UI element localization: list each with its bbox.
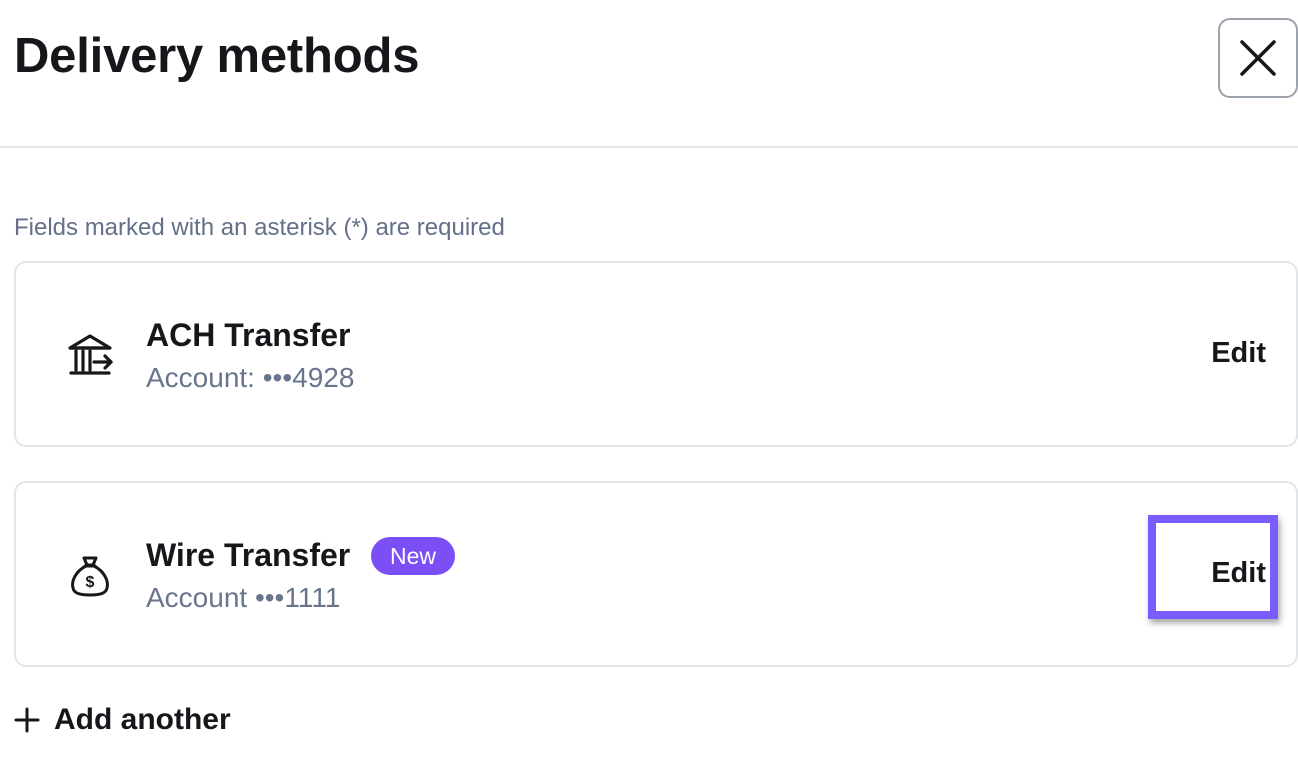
new-badge: New xyxy=(371,537,455,575)
wire-transfer-title: Wire Transfer xyxy=(146,537,351,573)
add-another-label: Add another xyxy=(54,703,231,736)
page-title: Delivery methods xyxy=(14,29,420,83)
money-bag-icon: $ xyxy=(71,556,109,597)
delivery-method-card-ach: ACH Transfer Account: •••4928 Edit xyxy=(14,261,1298,447)
delivery-method-card-wire: $ Wire Transfer New Account •••1111 Edit xyxy=(14,481,1298,667)
header-divider xyxy=(0,146,1298,148)
add-another-button[interactable]: Add another xyxy=(14,700,231,740)
ach-account-number: Account: •••4928 xyxy=(146,362,355,393)
close-button[interactable] xyxy=(1218,18,1298,98)
required-fields-note: Fields marked with an asterisk (*) are r… xyxy=(14,214,505,241)
bank-transfer-icon xyxy=(68,334,113,375)
wire-edit-button[interactable]: Edit xyxy=(1172,543,1266,603)
plus-icon xyxy=(14,707,40,733)
ach-edit-button[interactable]: Edit xyxy=(1172,323,1266,383)
svg-text:$: $ xyxy=(86,574,95,591)
wire-account-number: Account •••1111 xyxy=(146,582,341,613)
close-icon xyxy=(1240,40,1276,76)
delivery-methods-dialog: Delivery methods Fields marked with an a… xyxy=(0,0,1298,772)
ach-transfer-title: ACH Transfer xyxy=(146,317,351,353)
